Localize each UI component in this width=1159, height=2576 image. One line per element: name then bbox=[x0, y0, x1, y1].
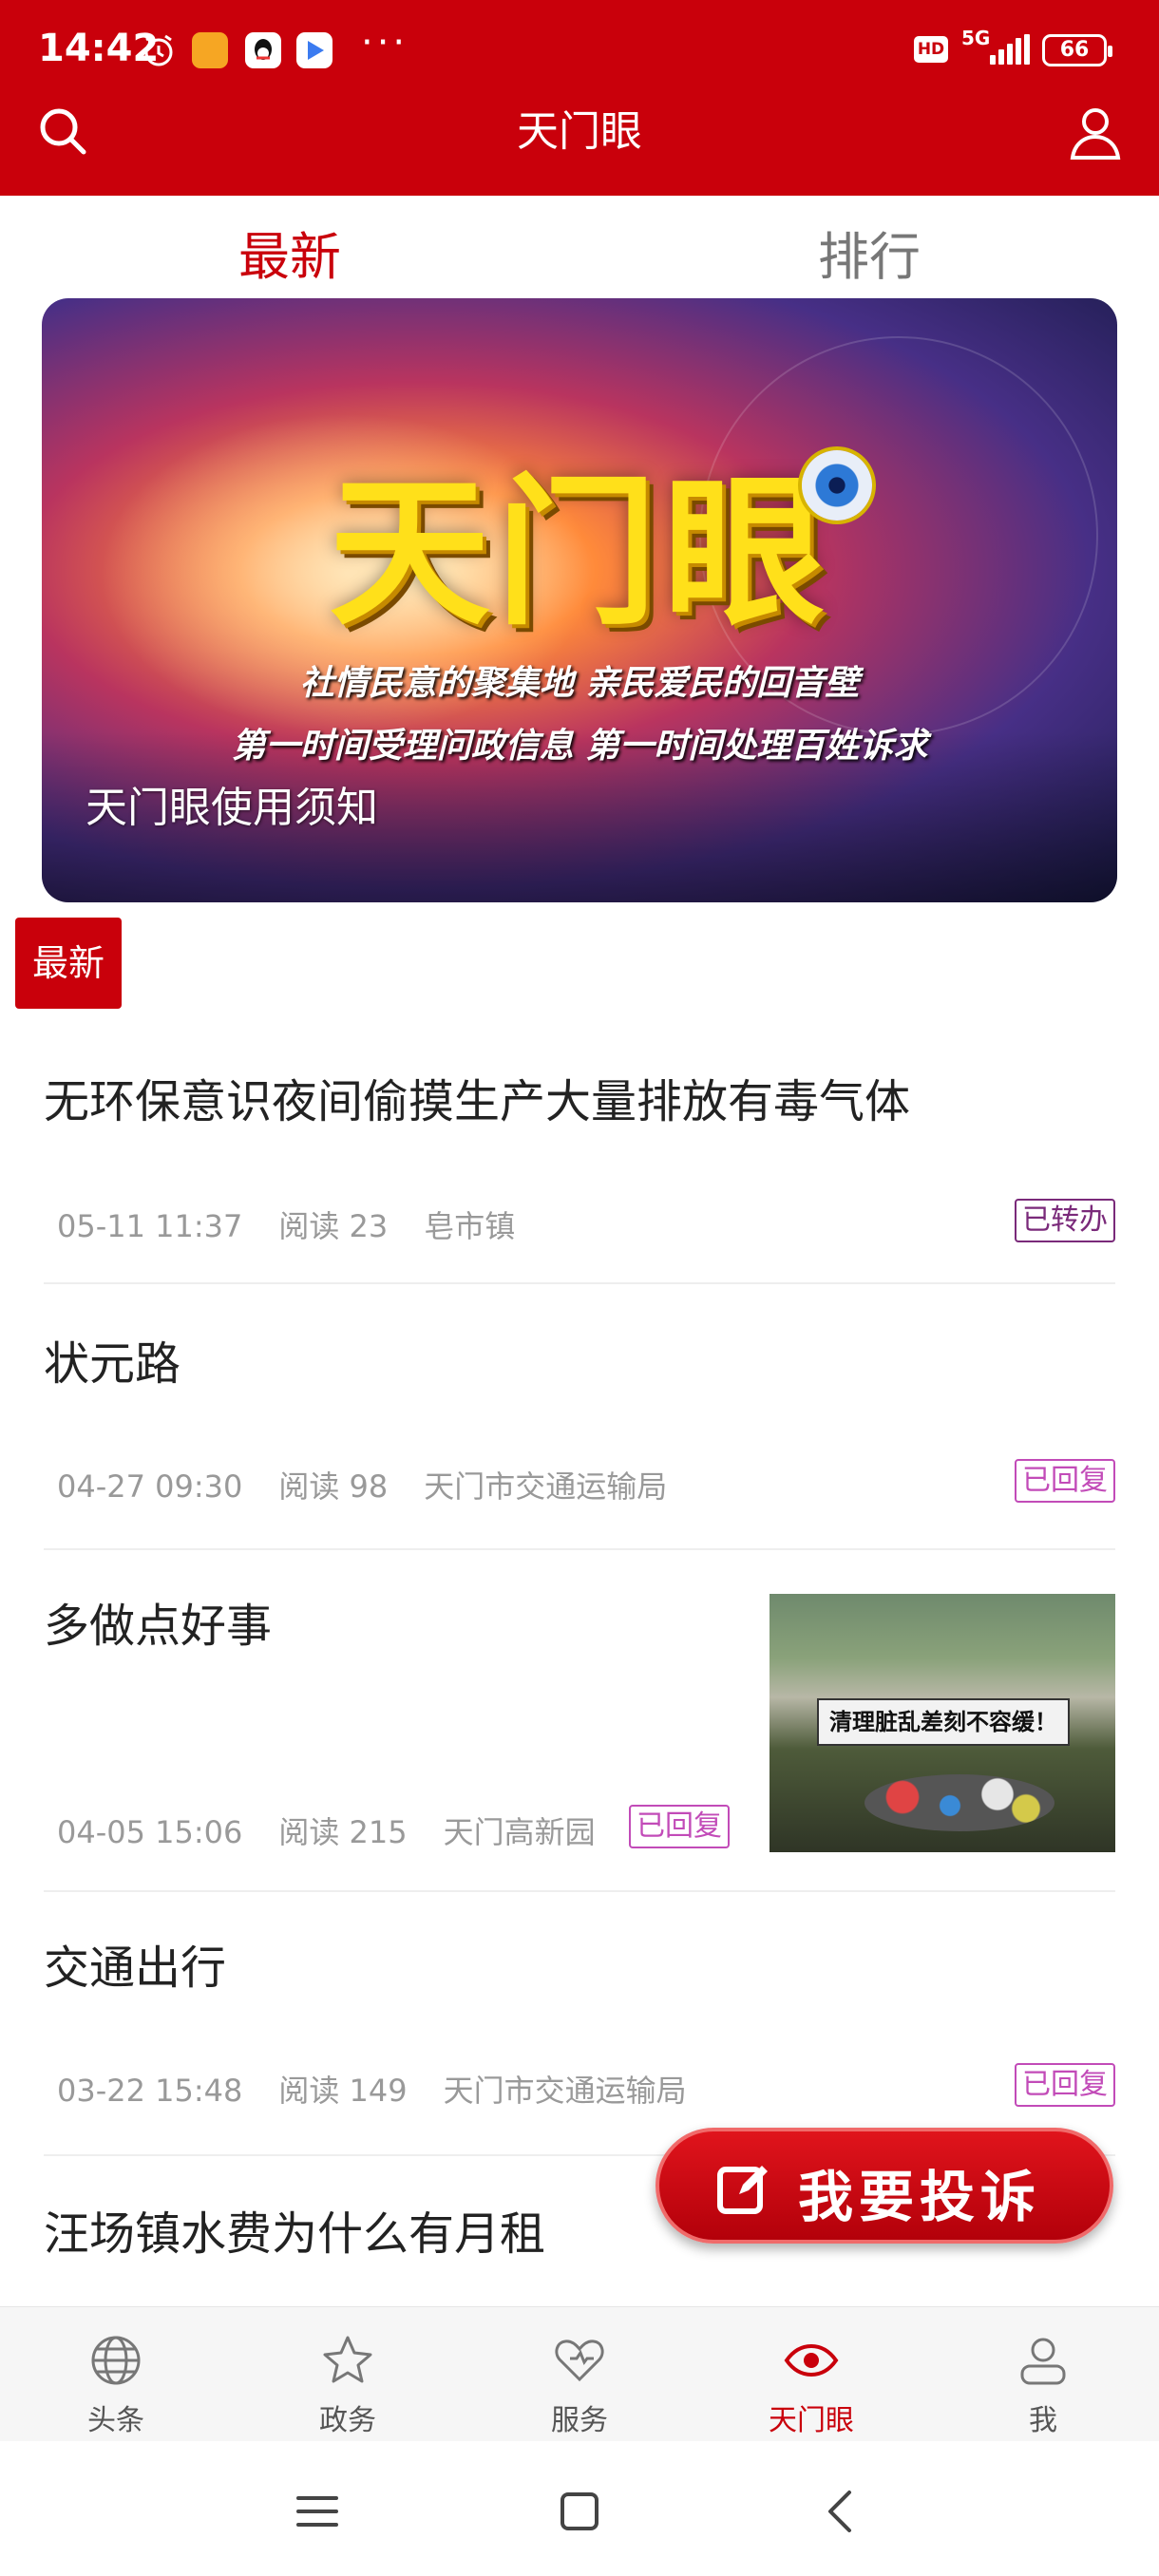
more-notifications: ··· bbox=[361, 21, 409, 65]
item-meta: 03-22 15:48 阅读 149 天门市交通运输局 bbox=[57, 2067, 723, 2111]
item-date: 04-27 09:30 bbox=[57, 1468, 243, 1505]
nav-label: 政务 bbox=[319, 2404, 376, 2437]
list-item[interactable]: 多做点好事 04-05 15:06 阅读 215 天门高新园 已回复 清理脏乱差刻不… bbox=[44, 1552, 1115, 1892]
item-title[interactable]: 状元路 bbox=[44, 1326, 180, 1392]
list-item[interactable]: 状元路 04-27 09:30 阅读 98 天门市交通运输局 已回复 bbox=[44, 1286, 1115, 1550]
item-date: 04-05 15:06 bbox=[57, 1814, 243, 1850]
banner[interactable]: 天门眼 社情民意的聚集地 亲民爱民的回音壁 第一时间受理问政信息 第一时间处理百… bbox=[42, 298, 1117, 902]
eye-logo-icon bbox=[802, 450, 872, 521]
edit-icon bbox=[714, 2160, 771, 2217]
banner-subtitle-2: 第一时间受理问政信息 第一时间处理百姓诉求 bbox=[231, 726, 928, 766]
nav-item-headlines[interactable]: 头条 bbox=[0, 2307, 232, 2442]
nav-item-government[interactable]: 政务 bbox=[232, 2307, 464, 2442]
user-icon[interactable] bbox=[1066, 103, 1125, 161]
thumbnail-sign: 清理脏乱差刻不容缓！ bbox=[817, 1698, 1070, 1746]
network-type: 5G bbox=[961, 27, 991, 49]
item-reads: 阅读 215 bbox=[278, 1814, 408, 1850]
list-item[interactable]: 无环保意识夜间偷摸生产大量排放有毒气体 05-11 11:37 阅读 23 皂市镇 … bbox=[44, 1035, 1115, 1284]
bottom-nav: 头条 政务 服务 天门眼 我 bbox=[0, 2306, 1159, 2441]
nav-label: 服务 bbox=[551, 2404, 608, 2437]
banner-subtitle-1: 社情民意的聚集地 亲民爱民的回音壁 bbox=[299, 663, 860, 703]
nav-label: 天门眼 bbox=[769, 2404, 854, 2437]
item-source: 天门高新园 bbox=[443, 1814, 596, 1850]
item-source: 天门市交通运输局 bbox=[424, 1468, 668, 1505]
app-notification-icon bbox=[192, 32, 228, 68]
qq-icon bbox=[245, 32, 281, 68]
item-reads: 阅读 98 bbox=[278, 1468, 389, 1505]
item-meta: 05-11 11:37 阅读 23 皂市镇 bbox=[57, 1203, 551, 1246]
nav-label: 头条 bbox=[87, 2404, 144, 2437]
item-meta: 04-27 09:30 阅读 98 天门市交通运输局 bbox=[57, 1463, 703, 1506]
item-title[interactable]: 多做点好事 bbox=[44, 1588, 272, 1655]
item-meta: 04-05 15:06 阅读 215 天门高新园 bbox=[57, 1809, 632, 1852]
video-app-icon bbox=[296, 32, 332, 68]
page-title: 天门眼 bbox=[517, 107, 642, 156]
item-title[interactable]: 汪场镇水费为什么有月租 bbox=[44, 2196, 545, 2263]
item-date: 05-11 11:37 bbox=[57, 1208, 243, 1244]
star-icon bbox=[323, 2336, 372, 2383]
nav-item-me[interactable]: 我 bbox=[927, 2307, 1159, 2442]
status-badge: 已回复 bbox=[1015, 2063, 1115, 2107]
list-item[interactable]: 交通出行 03-22 15:48 阅读 149 天门市交通运输局 已回复 bbox=[44, 1894, 1115, 2156]
item-date: 03-22 15:48 bbox=[57, 2073, 243, 2109]
nav-label: 我 bbox=[1029, 2404, 1057, 2437]
tab-latest[interactable]: 最新 bbox=[0, 215, 580, 290]
item-title[interactable]: 无环保意识夜间偷摸生产大量排放有毒气体 bbox=[44, 1064, 910, 1130]
menu-icon[interactable] bbox=[289, 2483, 346, 2540]
nav-item-tianmen-eye[interactable]: 天门眼 bbox=[695, 2307, 927, 2442]
top-bar: 14:42 ··· HD 5G 66 天门眼 bbox=[0, 0, 1159, 196]
system-nav-bar bbox=[0, 2441, 1159, 2576]
person-icon bbox=[1020, 2338, 1066, 2385]
globe-icon bbox=[91, 2336, 141, 2385]
eye-icon bbox=[784, 2343, 839, 2377]
back-icon[interactable] bbox=[813, 2483, 870, 2540]
item-source: 天门市交通运输局 bbox=[443, 2073, 687, 2109]
status-bar: 14:42 ··· HD 5G 66 bbox=[0, 0, 1159, 103]
hd-badge: HD bbox=[914, 36, 948, 63]
nav-item-services[interactable]: 服务 bbox=[464, 2307, 695, 2442]
tab-bar: 最新 排行 bbox=[0, 196, 1159, 294]
section-tag-latest: 最新 bbox=[15, 918, 122, 1009]
item-reads: 阅读 23 bbox=[278, 1208, 389, 1244]
status-badge: 已回复 bbox=[629, 1805, 730, 1848]
home-icon[interactable] bbox=[551, 2483, 608, 2540]
banner-logo-text: 天门眼 bbox=[328, 458, 830, 648]
complain-button[interactable]: 我要投诉 bbox=[656, 2128, 1113, 2244]
banner-caption[interactable]: 天门眼使用须知 bbox=[86, 773, 378, 834]
tab-ranking[interactable]: 排行 bbox=[580, 215, 1159, 290]
battery-icon: 66 bbox=[1042, 34, 1112, 66]
signal-icon bbox=[990, 34, 1030, 65]
item-source: 皂市镇 bbox=[424, 1208, 516, 1244]
item-thumbnail[interactable]: 清理脏乱差刻不容缓！ bbox=[770, 1594, 1115, 1852]
complain-button-label: 我要投诉 bbox=[798, 2165, 1042, 2229]
heart-icon bbox=[555, 2339, 604, 2382]
alarm-icon bbox=[141, 32, 177, 68]
item-title[interactable]: 交通出行 bbox=[44, 1930, 226, 1997]
item-reads: 阅读 149 bbox=[278, 2073, 408, 2109]
thumbnail-trash-pile bbox=[864, 1774, 1054, 1831]
status-badge: 已回复 bbox=[1015, 1459, 1115, 1503]
status-badge: 已转办 bbox=[1015, 1199, 1115, 1242]
